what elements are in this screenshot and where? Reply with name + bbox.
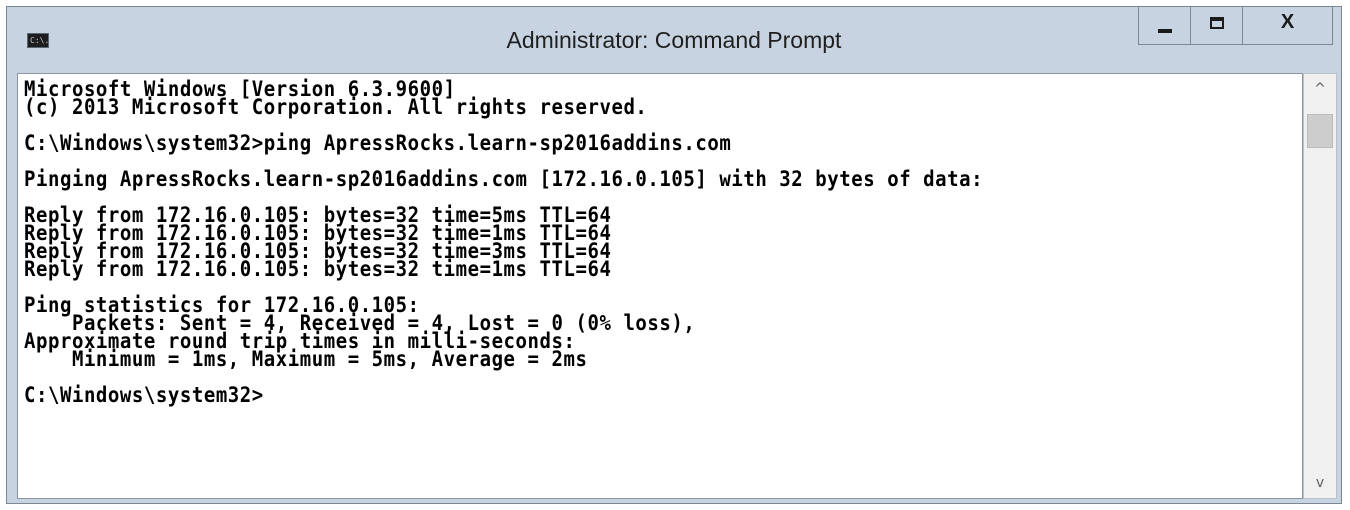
command-prompt-window: C:\. Administrator: Command Prompt X Mic…: [6, 6, 1342, 504]
scroll-down-arrow-icon[interactable]: v: [1304, 468, 1336, 498]
scroll-up-arrow-icon[interactable]: ^: [1304, 74, 1336, 104]
caption-buttons: X: [1138, 7, 1333, 45]
close-icon: X: [1280, 11, 1295, 33]
close-button[interactable]: X: [1242, 7, 1333, 45]
console-line: C:\Windows\system32>: [24, 382, 264, 408]
scroll-thumb[interactable]: [1307, 114, 1333, 148]
maximize-button[interactable]: [1190, 7, 1243, 45]
vertical-scrollbar[interactable]: ^ v: [1303, 73, 1337, 499]
console-output[interactable]: Microsoft Windows [Version 6.3.9600] (c) …: [17, 73, 1303, 499]
minimize-icon: [1158, 29, 1172, 33]
console-lines: Microsoft Windows [Version 6.3.9600] (c) …: [24, 78, 1298, 408]
maximize-icon: [1210, 17, 1224, 29]
title-bar[interactable]: C:\. Administrator: Command Prompt X: [7, 7, 1341, 73]
minimize-button[interactable]: [1138, 7, 1191, 45]
